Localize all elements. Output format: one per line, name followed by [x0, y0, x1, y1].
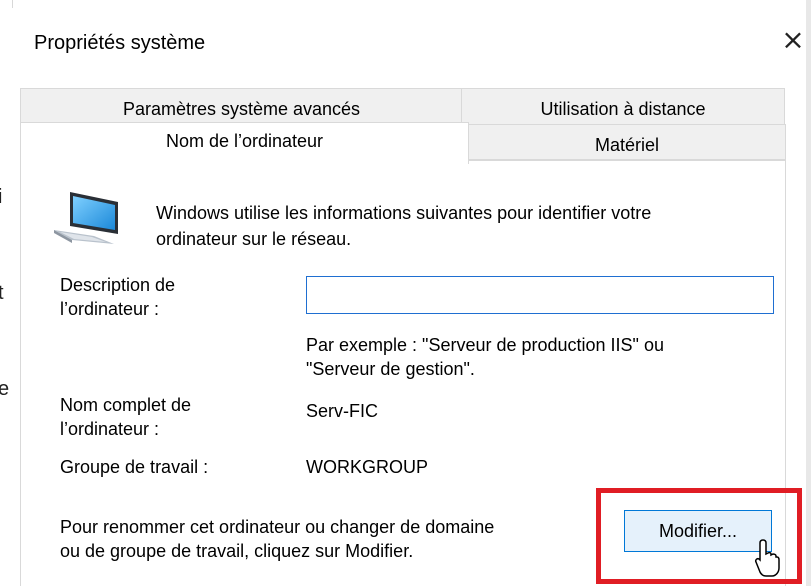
computer-icon — [54, 192, 118, 244]
intro-text-line1: Windows utilise les informations suivant… — [156, 203, 652, 223]
computer-description-input[interactable] — [306, 276, 774, 314]
mouse-pointer-icon — [755, 539, 780, 577]
rename-hint-line1: Pour renommer cet ordinateur ou changer … — [60, 517, 495, 537]
intro-text-line2: ordinateur sur le réseau. — [156, 229, 352, 249]
background-glyph: t — [0, 282, 4, 304]
background-window-edge-right — [806, 0, 811, 586]
tab-computer-name[interactable]: Nom de l’ordinateur — [20, 122, 469, 164]
tab-hardware[interactable]: Matériel — [468, 124, 786, 160]
workgroup-label: Groupe de travail : — [60, 457, 209, 477]
modify-button[interactable]: Modifier... — [624, 510, 772, 552]
workgroup-value: WORKGROUP — [306, 457, 429, 477]
tab-advanced-settings[interactable]: Paramètres système avancés — [20, 88, 463, 124]
full-name-label-line2: l’ordinateur : — [60, 419, 160, 439]
full-name-value: Serv-FIC — [306, 401, 378, 421]
background-glyph: e — [0, 378, 10, 400]
dialog-title: Propriétés système — [34, 32, 206, 54]
description-label-line1: Description de — [60, 275, 176, 295]
close-button[interactable]: × — [774, 20, 811, 60]
rename-hint-line2: ou de groupe de travail, cliquez sur Mod… — [60, 541, 414, 561]
description-label-line2: l’ordinateur : — [60, 299, 160, 319]
tab-remote[interactable]: Utilisation à distance — [461, 88, 785, 124]
background-glyph: i — [0, 186, 3, 208]
full-name-label-line1: Nom complet de — [60, 395, 192, 415]
example-text-line2: "Serveur de gestion". — [306, 359, 475, 379]
example-text-line1: Par exemple : "Serveur de production IIS… — [306, 335, 664, 355]
